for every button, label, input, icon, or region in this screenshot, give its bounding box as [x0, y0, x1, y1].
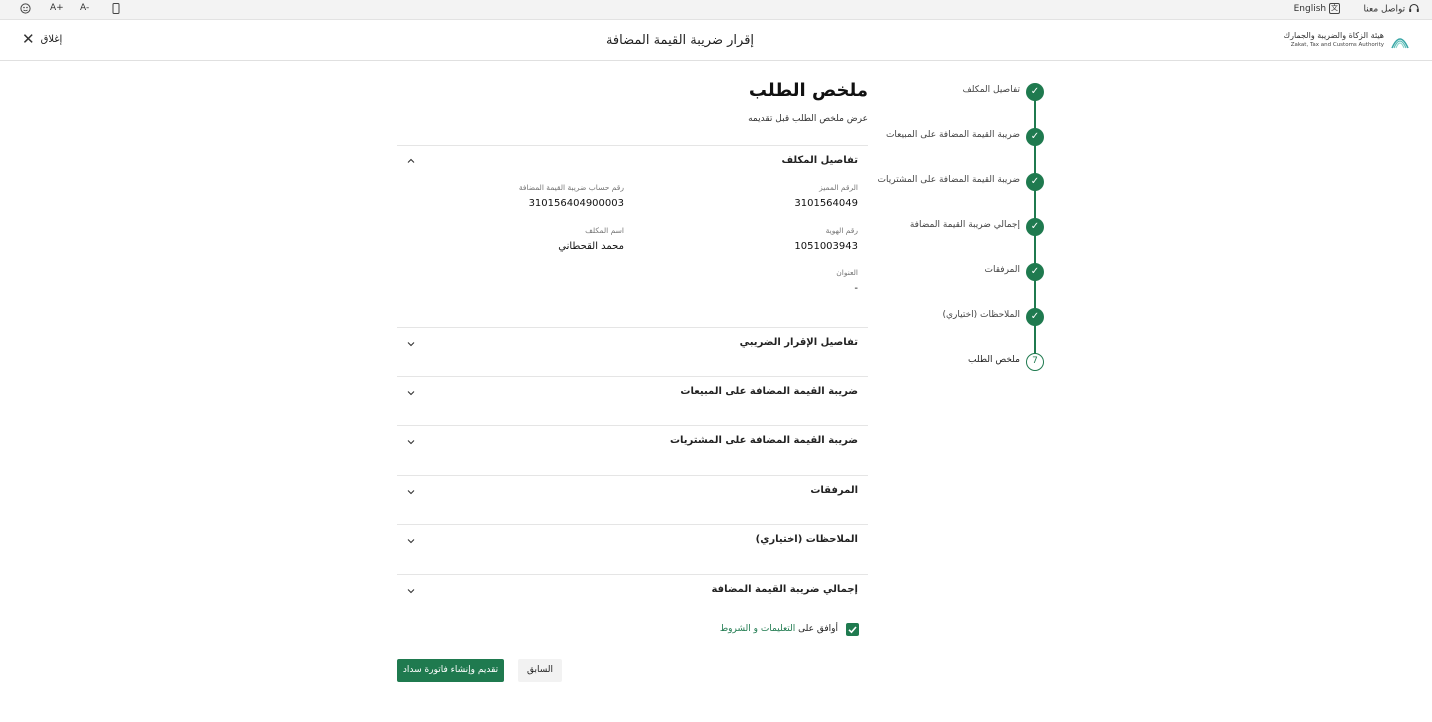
step-6-label[interactable]: الملاحظات (اختياري) — [943, 310, 1021, 320]
taxpayer-details-title[interactable]: تفاصيل المكلف — [781, 155, 858, 166]
terms-checkbox[interactable] — [846, 623, 859, 636]
tax-return-details-section[interactable]: تفاصيل الإقرار الضريبي — [397, 327, 868, 377]
step-7-label[interactable]: ملخص الطلب — [968, 355, 1020, 365]
taxpayer-details-section: تفاصيل المكلف الرقم المميز 3101564049 رق… — [397, 145, 868, 327]
id-number-label: رقم الهوية — [825, 226, 858, 235]
section-title: المرفقات — [810, 485, 858, 496]
submit-and-create-invoice-button[interactable]: تقديم وإنشاء فاتورة سداد — [397, 659, 504, 682]
step-4-check-icon: ✓ — [1026, 218, 1044, 236]
vat-account-value: 310156404900003 — [528, 198, 624, 209]
font-decrease-button[interactable]: A- — [80, 3, 89, 13]
zatca-logo[interactable]: هيئة الزكاة والضريبة والجمارك Zakat, Tax… — [1284, 27, 1412, 55]
step-1-label[interactable]: تفاصيل المكلف — [962, 85, 1020, 95]
taxpayer-name-value: محمد القحطاني — [558, 241, 624, 252]
summary-title: ملخص الطلب — [748, 80, 868, 101]
step-3-label[interactable]: ضريبة القيمة المضافة على المشتريات — [878, 175, 1020, 185]
step-5-check-icon: ✓ — [1026, 263, 1044, 281]
language-label: English — [1293, 4, 1327, 14]
contact-label: تواصل معنا — [1363, 4, 1406, 15]
logo-emblem-icon — [1391, 38, 1409, 49]
step-2-check-icon: ✓ — [1026, 128, 1044, 146]
logo-arabic-text: هيئة الزكاة والضريبة والجمارك — [1283, 31, 1385, 40]
step-4-label[interactable]: إجمالي ضريبة القيمة المضافة — [910, 220, 1020, 230]
page-title: إقرار ضريبة القيمة المضافة — [605, 33, 755, 48]
total-vat-section[interactable]: إجمالي ضريبة القيمة المضافة — [397, 574, 868, 610]
headset-icon — [1409, 3, 1419, 12]
chevron-down-icon[interactable] — [407, 537, 415, 545]
chevron-up-icon[interactable] — [407, 157, 415, 165]
section-title: ضريبة القيمة المضافة على المبيعات — [680, 386, 858, 397]
distinguished-number-label: الرقم المميز — [819, 183, 858, 192]
chevron-down-icon[interactable] — [407, 389, 415, 397]
chevron-down-icon[interactable] — [407, 438, 415, 446]
section-title: ضريبة القيمة المضافة على المشتريات — [669, 435, 858, 446]
terms-prefix: أوافق على — [798, 624, 838, 634]
page-header: ✕ إغلاق إقرار ضريبة القيمة المضافة هيئة ا… — [0, 21, 1432, 61]
step-5-label[interactable]: المرفقات — [985, 265, 1020, 275]
step-1-check-icon: ✓ — [1026, 83, 1044, 101]
utility-bar: A+ A- English 文 تواصل معنا — [0, 0, 1432, 20]
language-toggle[interactable]: English 文 — [1294, 3, 1340, 14]
chevron-down-icon[interactable] — [407, 488, 415, 496]
taxpayer-name-label: اسم المكلف — [585, 226, 624, 235]
sales-vat-section[interactable]: ضريبة القيمة المضافة على المبيعات — [397, 376, 868, 426]
chevron-down-icon[interactable] — [407, 587, 415, 595]
notes-section[interactable]: الملاحظات (اختياري) — [397, 524, 868, 574]
purchases-vat-section[interactable]: ضريبة القيمة المضافة على المشتريات — [397, 425, 868, 475]
section-title: إجمالي ضريبة القيمة المضافة — [711, 584, 858, 595]
attachments-section[interactable]: المرفقات — [397, 475, 868, 525]
step-7-number: 7 — [1026, 353, 1044, 371]
accessibility-icon[interactable] — [20, 3, 31, 17]
section-title: الملاحظات (اختياري) — [755, 534, 858, 545]
contact-us-link[interactable]: تواصل معنا — [1364, 3, 1420, 15]
vat-account-label: رقم حساب ضريبة القيمة المضافة — [518, 183, 624, 192]
address-value: - — [854, 283, 858, 294]
check-icon — [848, 626, 857, 634]
terms-text: أوافق على التعليمات و الشروط — [720, 624, 838, 634]
distinguished-number-value: 3101564049 — [794, 198, 858, 209]
id-number-value: 1051003943 — [794, 241, 858, 252]
translate-icon: 文 — [1329, 3, 1340, 14]
terms-link[interactable]: التعليمات و الشروط — [720, 624, 795, 634]
section-title: تفاصيل الإقرار الضريبي — [739, 337, 858, 348]
mobile-icon[interactable] — [112, 3, 120, 17]
step-6-check-icon: ✓ — [1026, 308, 1044, 326]
address-label: العنوان — [836, 268, 858, 277]
font-increase-button[interactable]: A+ — [50, 3, 64, 13]
step-2-label[interactable]: ضريبة القيمة المضافة على المبيعات — [886, 130, 1020, 140]
summary-subtitle: عرض ملخص الطلب قبل تقديمه — [748, 114, 868, 124]
logo-english-text: Zakat, Tax and Customs Authority — [1290, 42, 1384, 48]
previous-button[interactable]: السابق — [518, 659, 562, 682]
chevron-down-icon[interactable] — [407, 340, 415, 348]
step-3-check-icon: ✓ — [1026, 173, 1044, 191]
